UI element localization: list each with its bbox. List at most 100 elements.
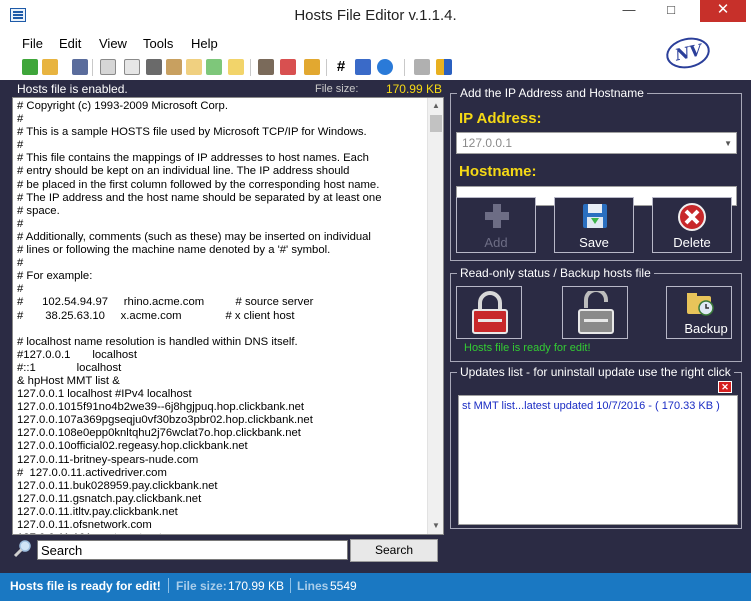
ip-address-select[interactable]: 127.0.0.1 ▼ [456, 132, 737, 154]
internet-icon[interactable] [377, 59, 393, 75]
minimize-button[interactable]: — [612, 0, 646, 22]
status-bar: Hosts file is ready for edit! File size:… [0, 573, 751, 601]
menu-edit[interactable]: Edit [59, 36, 81, 51]
floppy-save-icon [583, 204, 607, 228]
delete-button[interactable]: Delete [652, 197, 732, 253]
editor-line[interactable]: # [17, 283, 427, 296]
editor-line[interactable]: # 38.25.63.10 x.acme.com # x client host [17, 310, 427, 323]
chevron-down-icon[interactable]: ▼ [724, 139, 732, 148]
folder-icon[interactable] [228, 59, 244, 75]
add-entry-group-title: Add the IP Address and Hostname [457, 86, 647, 100]
editor-line[interactable]: & hpHost MMT list & [17, 375, 427, 388]
menu-bar: File Edit View Tools Help [0, 32, 751, 54]
add-entry-group: Add the IP Address and Hostname IP Addre… [450, 86, 742, 261]
editor-line[interactable]: 127.0.0.11.101apartmentrents.com [17, 532, 427, 534]
lock-button[interactable] [456, 286, 522, 339]
editor-line[interactable]: 127.0.0.11.ofsnetwork.com [17, 519, 427, 532]
find-icon[interactable] [146, 59, 162, 75]
status-file-size-label: File size: [176, 579, 227, 593]
editor-line[interactable]: # space. [17, 205, 427, 218]
note-icon[interactable] [304, 59, 320, 75]
menu-help[interactable]: Help [191, 36, 218, 51]
file-size-label: File size: [315, 83, 359, 95]
editor-line[interactable]: # For example: [17, 270, 427, 283]
search-input[interactable] [37, 540, 348, 560]
editor-line[interactable]: 127.0.0.11.gsnatch.pay.clickbank.net [17, 493, 427, 506]
updates-list[interactable]: st MMT list...latest updated 10/7/2016 -… [458, 395, 738, 525]
editor-line[interactable]: 127.0.0.1 localhost #IPv4 localhost [17, 388, 427, 401]
save-button[interactable]: Save [554, 197, 634, 253]
editor-line[interactable]: #::1 localhost [17, 362, 427, 375]
maximize-button[interactable]: □ [654, 0, 688, 22]
ready-status-text: Hosts file is ready for edit! [464, 342, 591, 354]
updates-group-title: Updates list - for uninstall update use … [457, 365, 734, 379]
scroll-thumb[interactable] [430, 115, 442, 132]
close-icon[interactable]: ✕ [718, 381, 732, 393]
new-hosts-icon[interactable] [22, 59, 38, 75]
open-icon[interactable] [42, 59, 58, 75]
editor-line[interactable]: # lines or following the machine name de… [17, 244, 427, 257]
editor-line[interactable]: 127.0.0.11.itltv.pay.clickbank.net [17, 506, 427, 519]
editor-text[interactable]: # Copyright (c) 1993-2009 Microsoft Corp… [17, 100, 427, 534]
unlocked-padlock-icon [578, 291, 614, 334]
editor-line[interactable]: # Copyright (c) 1993-2009 Microsoft Corp… [17, 100, 427, 113]
editor-line[interactable]: # localhost name resolution is handled w… [17, 336, 427, 349]
status-lines-label: Lines [297, 579, 329, 593]
locked-padlock-icon [472, 291, 508, 334]
edit-icon[interactable] [186, 59, 202, 75]
save-icon[interactable] [72, 59, 88, 75]
add-entry-icon[interactable] [206, 59, 222, 75]
delete-icon[interactable] [280, 59, 296, 75]
unlock-button[interactable] [562, 286, 628, 339]
editor-line[interactable]: # 127.0.0.11.activedriver.com [17, 467, 427, 480]
editor-line[interactable]: # [17, 113, 427, 126]
editor-line[interactable]: 127.0.0.11-britney-spears-nude.com [17, 454, 427, 467]
editor-line[interactable]: # The IP address and the host name shoul… [17, 192, 427, 205]
updates-group: Updates list - for uninstall update use … [450, 365, 742, 529]
editor-line[interactable]: 127.0.0.1015f91no4b2we39--6j8hgjpuq.hop.… [17, 401, 427, 414]
editor-line[interactable]: # [17, 257, 427, 270]
add-button[interactable]: Add [456, 197, 536, 253]
menu-file[interactable]: File [22, 36, 43, 51]
editor-line[interactable]: 127.0.0.11.buk028959.pay.clickbank.net [17, 480, 427, 493]
paste-icon[interactable] [124, 59, 140, 75]
editor-line[interactable]: # entry should be kept on an individual … [17, 165, 427, 178]
editor-line[interactable]: # [17, 218, 427, 231]
backup-icon[interactable] [258, 59, 274, 75]
search-icon [13, 540, 31, 558]
editor-line[interactable]: 127.0.0.107a369pgseqju0vf30bzo3pbr02.hop… [17, 414, 427, 427]
backup-button[interactable]: Backup [666, 286, 732, 339]
vertical-scrollbar[interactable]: ▲ ▼ [427, 98, 443, 534]
editor-line[interactable]: 127.0.0.10official02.regeasy.hop.clickba… [17, 440, 427, 453]
scroll-up-icon[interactable]: ▲ [428, 98, 443, 114]
editor-line[interactable]: #127.0.0.1 localhost [17, 349, 427, 362]
file-size-value: 170.99 KB [385, 82, 442, 96]
editor-line[interactable]: 127.0.0.108e0epp0knltqhu2j76wclat7o.hop.… [17, 427, 427, 440]
title-bar: Hosts File Editor v.1.1.4. — □ ✕ [0, 0, 751, 32]
editor-line[interactable]: # Additionally, comments (such as these)… [17, 231, 427, 244]
scroll-down-icon[interactable]: ▼ [428, 518, 443, 534]
shield-color-icon[interactable] [436, 59, 452, 75]
search-button[interactable]: Search [350, 539, 438, 562]
copy-icon[interactable] [100, 59, 116, 75]
ip-address-value: 127.0.0.1 [462, 136, 513, 150]
menu-tools[interactable]: Tools [143, 36, 173, 51]
list-item[interactable]: st MMT list...latest updated 10/7/2016 -… [462, 400, 720, 412]
editor-line[interactable]: # This is a sample HOSTS file used by Mi… [17, 126, 427, 139]
shield-gray-icon[interactable] [414, 59, 430, 75]
editor-line[interactable]: # [17, 139, 427, 152]
hosts-status-text: Hosts file is enabled. [17, 82, 128, 96]
comment-icon[interactable]: # [333, 59, 349, 75]
editor-line[interactable]: # be placed in the first column followed… [17, 179, 427, 192]
editor-line[interactable]: # 102.54.94.97 rhino.acme.com # source s… [17, 296, 427, 309]
wizard-icon[interactable] [166, 59, 182, 75]
network-icon[interactable] [355, 59, 371, 75]
hosts-editor[interactable]: # Copyright (c) 1993-2009 Microsoft Corp… [12, 97, 444, 535]
close-button[interactable]: ✕ [700, 0, 746, 22]
backup-folder-icon [687, 293, 714, 316]
status-message: Hosts file is ready for edit! [10, 579, 161, 593]
editor-line[interactable] [17, 323, 427, 336]
menu-view[interactable]: View [99, 36, 127, 51]
main-panel: Hosts file is enabled. File size: 170.99… [0, 80, 751, 573]
editor-line[interactable]: # This file contains the mappings of IP … [17, 152, 427, 165]
